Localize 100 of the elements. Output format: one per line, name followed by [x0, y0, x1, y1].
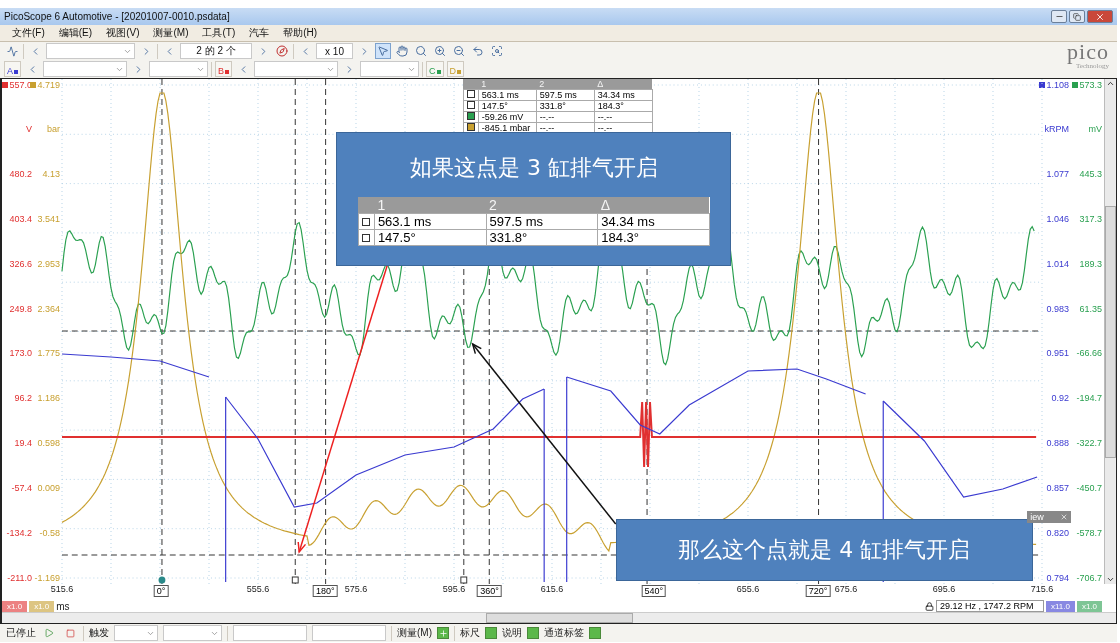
chevron-up-icon [1106, 79, 1115, 88]
dropdown-field[interactable] [163, 625, 222, 641]
dropdown-field[interactable] [254, 61, 339, 77]
compass-button[interactable] [274, 43, 290, 59]
table-cell: 563.1 ms [478, 89, 537, 101]
menu-item[interactable]: 视图(V) [106, 26, 140, 40]
cursor-line[interactable] [325, 78, 327, 585]
waveform-icon [6, 45, 18, 57]
axis-label: 575.6 [344, 584, 368, 594]
dropdown-field[interactable] [43, 61, 127, 77]
table-cell: 597.5 ms [486, 213, 598, 229]
tool-button[interactable] [489, 43, 505, 59]
table-cell: 147.5° [374, 229, 487, 245]
panel-title: iew [1030, 512, 1044, 522]
channel-marker[interactable] [1039, 82, 1046, 88]
cursor-handle[interactable] [460, 576, 468, 584]
table-cell: 331.8° [536, 100, 595, 112]
channel-marker[interactable] [30, 82, 37, 88]
table-cell: 331.8° [486, 229, 598, 245]
dropdown-field[interactable] [46, 43, 135, 59]
menu-item[interactable]: 工具(T) [202, 26, 236, 40]
tool-button[interactable] [470, 43, 486, 59]
frequency-readout: 29.12 Hz , 1747.2 RPM [935, 600, 1044, 612]
scale-badge: x1.0 [29, 600, 55, 612]
plus-icon [438, 628, 448, 638]
axis-label: 445.3 [1079, 167, 1102, 180]
ruler-label: 标尺 [460, 626, 480, 640]
page-field[interactable]: 2 的 2 个 [180, 43, 252, 59]
column-header: 2 [536, 79, 595, 90]
column-header: Δ [597, 196, 710, 213]
tool-button[interactable] [375, 43, 391, 59]
tool-button[interactable] [394, 43, 410, 59]
dropdown-field[interactable] [114, 625, 158, 641]
menu-item[interactable]: 测量(M) [153, 26, 189, 40]
axis-label: 0.92 [1051, 392, 1069, 405]
axis-label: -0.58 [39, 527, 60, 540]
axis-unit: V [26, 123, 32, 135]
dropdown-field[interactable] [312, 625, 386, 641]
axis-label: 595.6 [442, 584, 466, 594]
axis-label: 0.794 [1046, 571, 1069, 584]
cursor-handle[interactable] [158, 576, 166, 584]
ruler-label: 360° [477, 585, 502, 597]
zoom-field[interactable]: x 10 [316, 43, 353, 59]
scale-badge: x1.0 [2, 600, 28, 612]
axis-unit: bar [47, 123, 60, 135]
axis-label: 1.014 [1046, 257, 1069, 270]
channel-marker[interactable] [1072, 82, 1079, 88]
cursor-line[interactable] [818, 78, 820, 585]
table-cell: 184.3° [594, 100, 653, 112]
logo: pico [1067, 42, 1109, 62]
waveform-button[interactable] [4, 43, 20, 59]
menu-item[interactable]: 汽车 [249, 26, 270, 40]
table-cell: --.-- [594, 111, 653, 123]
close-icon [1060, 513, 1069, 521]
vertical-scrollbar[interactable] [1104, 79, 1116, 584]
minimize-button[interactable] [1051, 10, 1067, 23]
horizontal-scrollbar[interactable] [2, 612, 1116, 623]
axis-label: 2.953 [37, 257, 60, 270]
toggle-button[interactable] [527, 627, 539, 639]
close-icon [1095, 11, 1105, 22]
axis-label: 0.009 [37, 482, 60, 495]
tool-button[interactable] [413, 43, 429, 59]
channel-button[interactable]: A [4, 61, 21, 77]
channel-marker[interactable] [2, 82, 9, 88]
axis-label: 1.046 [1046, 212, 1069, 225]
tool-button[interactable] [451, 43, 467, 59]
dropdown-field[interactable] [149, 61, 208, 77]
table-cell: -59.26 mV [478, 111, 537, 123]
axis-label: 555.6 [246, 584, 270, 594]
dropdown-field[interactable] [233, 625, 307, 641]
channel-button[interactable]: B [215, 61, 233, 77]
toggle-button[interactable] [485, 627, 497, 639]
axis-label: 1.186 [37, 392, 60, 405]
ruler-label: 180° [312, 585, 338, 597]
cursor-handle[interactable] [291, 576, 299, 584]
scale-badge: x11.0 [1045, 600, 1075, 612]
menu-item[interactable]: 帮助(H) [283, 26, 318, 40]
axis-label: -57.4 [11, 482, 32, 495]
axis-label: -66.66 [1076, 347, 1102, 360]
axis-label: 0.857 [1046, 482, 1069, 495]
axis-label: 515.6 [50, 584, 74, 594]
axis-unit: mV [1088, 123, 1102, 135]
maximize-button[interactable] [1069, 10, 1085, 23]
menu-item[interactable]: 编辑(E) [58, 26, 93, 40]
toggle-button[interactable] [589, 627, 601, 639]
notes-label: 说明 [502, 626, 522, 640]
table-cell: 147.5° [478, 100, 537, 112]
axis-label: 0.598 [37, 437, 60, 450]
callout-text: 如果这点是 3 缸排气开启 [409, 153, 658, 182]
table-cell: 184.3° [597, 229, 710, 245]
close-button[interactable] [1087, 10, 1113, 23]
table-cell: --.-- [536, 111, 595, 123]
axis-label: 19.4 [14, 437, 32, 450]
menu-item[interactable]: 文件(F) [12, 26, 45, 40]
tool-button[interactable] [432, 43, 448, 59]
axis-label: 480.2 [9, 167, 32, 180]
table-cell: 34.34 ms [597, 213, 710, 229]
dropdown-field[interactable] [360, 61, 420, 77]
add-button[interactable] [437, 627, 449, 639]
pointer-icon [377, 45, 389, 57]
